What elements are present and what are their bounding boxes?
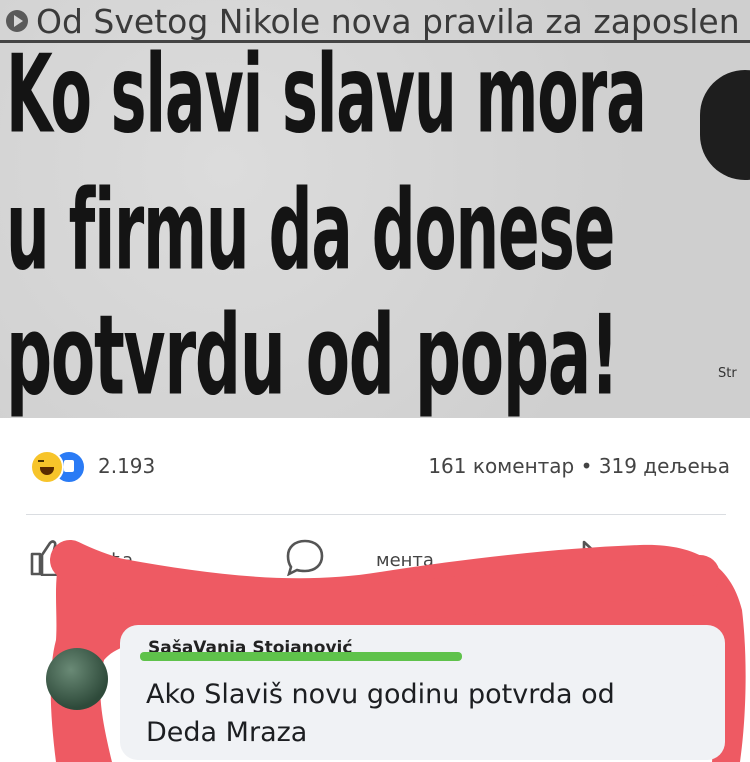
comment-label: мента [376, 550, 434, 571]
headline-line-1: Ko slavi slavu mora [6, 30, 647, 158]
like-label: Свиђа [76, 550, 134, 571]
stats-divider [26, 514, 726, 515]
reaction-count[interactable]: 2.193 [98, 454, 155, 478]
comment-icon [286, 539, 324, 576]
author-name-strike [140, 652, 462, 661]
side-caption: Str [718, 366, 737, 381]
post-stats-bar: 2.193 161 коментар • 319 дељења [30, 446, 730, 486]
share-label: П [608, 550, 622, 571]
comment-text: Ako Slaviš novu godinu potvrda od Deda M… [146, 679, 615, 748]
thumbs-up-icon [30, 540, 69, 576]
commenter-avatar[interactable] [46, 648, 108, 710]
headline-line-3: potvrdu od popa! [6, 290, 619, 418]
play-icon [6, 10, 28, 32]
tire-graphic [700, 70, 750, 180]
post-action-bar: Свиђа мента П [0, 520, 750, 610]
headline-line-2: u firmu da donese [6, 165, 615, 295]
comments-shares-count[interactable]: 161 коментар • 319 дељења [428, 454, 730, 478]
haha-icon[interactable] [30, 450, 64, 484]
newspaper-clipping-image: Od Svetog Nikole nova pravila za zaposle… [0, 0, 750, 418]
share-arrow-icon [561, 540, 600, 572]
